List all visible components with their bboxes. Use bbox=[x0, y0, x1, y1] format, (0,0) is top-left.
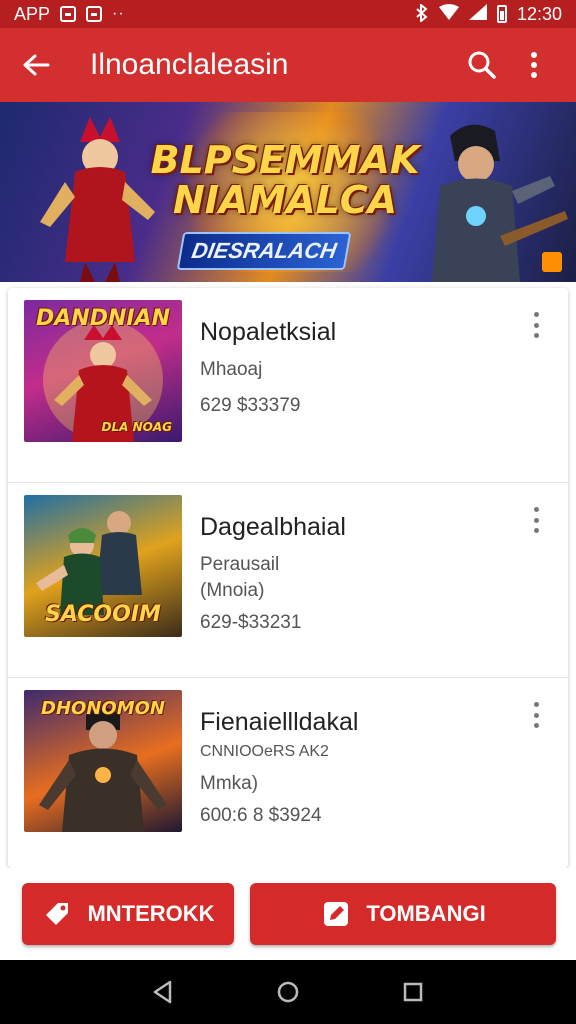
recents-square-icon bbox=[404, 982, 423, 1002]
search-icon bbox=[468, 51, 496, 79]
tag-icon bbox=[41, 898, 73, 930]
left-action-button[interactable]: MNTEROKK bbox=[22, 883, 234, 945]
status-time: 12:30 bbox=[516, 3, 562, 24]
banner-title: BLPSEMMAK NIAMALCA bbox=[150, 138, 420, 222]
page-title: Ilnoanclaleasin bbox=[90, 48, 289, 81]
thumb-title: SACOOIM bbox=[45, 602, 161, 627]
thumb-subtitle: DLA NOAG bbox=[101, 420, 172, 434]
game-name: Dagealbhaial bbox=[200, 513, 346, 541]
signal-icon bbox=[468, 3, 487, 25]
banner-subtitle: DIESRALACH bbox=[176, 232, 352, 270]
gallery-icon bbox=[60, 6, 77, 22]
list-item[interactable]: SACOOIM Dagealbhaial Perausail (Mnoia) 6… bbox=[8, 483, 568, 678]
nav-recents-button[interactable] bbox=[393, 972, 433, 1012]
game-thumbnail: SACOOIM bbox=[24, 495, 182, 637]
back-button[interactable] bbox=[16, 45, 56, 85]
back-triangle-icon bbox=[153, 980, 171, 1004]
app-bar: Ilnoanclaleasin bbox=[0, 28, 576, 102]
game-developer: CNNIOOeRS AK2 bbox=[200, 743, 329, 760]
home-circle-icon bbox=[277, 981, 299, 1003]
notification-dots: ·· bbox=[112, 5, 125, 22]
game-thumbnail: DHONOMON bbox=[24, 690, 182, 832]
game-developer: Perausail bbox=[200, 554, 280, 575]
hero-warrior-illustration bbox=[40, 117, 155, 282]
thumb-title: DANDNIAN bbox=[36, 306, 170, 331]
game-developer: Mhaoaj bbox=[200, 359, 263, 380]
nav-back-button[interactable] bbox=[143, 972, 183, 1012]
item-more-button[interactable] bbox=[524, 505, 548, 535]
thumb-title: DHONOMON bbox=[41, 698, 165, 719]
more-vertical-icon bbox=[531, 52, 537, 78]
sim-icon bbox=[86, 6, 103, 22]
right-action-label: TOMBANGI bbox=[366, 901, 486, 926]
status-bar: APP ·· 12:30 bbox=[0, 0, 576, 28]
promo-banner[interactable]: BLPSEMMAK NIAMALCA DIESRALACH bbox=[0, 102, 576, 282]
left-action-label: MNTEROKK bbox=[87, 901, 215, 926]
battery-icon bbox=[496, 5, 507, 23]
edit-icon bbox=[320, 898, 352, 930]
search-button[interactable] bbox=[456, 39, 508, 91]
game-extra: Mmka) bbox=[200, 773, 259, 794]
wifi-icon bbox=[438, 3, 459, 25]
game-price: 600:6 8 $3924 bbox=[200, 805, 322, 826]
status-app-label: APP bbox=[14, 3, 51, 24]
overflow-menu-button[interactable] bbox=[508, 39, 560, 91]
list-item[interactable]: DANDNIAN DLA NOAG Nopaletksial Mhaoaj 62… bbox=[8, 288, 568, 483]
game-extra: (Mnoia) bbox=[200, 580, 265, 601]
right-action-button[interactable]: TOMBANGI bbox=[250, 883, 556, 945]
game-name: Nopaletksial bbox=[200, 318, 337, 346]
list-item[interactable]: DHONOMON Fienaiellldakal CNNIOOeRS AK2 M… bbox=[8, 678, 568, 868]
game-price: 629 $33379 bbox=[200, 395, 301, 416]
nav-home-button[interactable] bbox=[268, 972, 308, 1012]
bottom-actions: MNTEROKK TOMBANGI bbox=[0, 868, 576, 960]
game-price: 629-$33231 bbox=[200, 612, 302, 633]
item-more-button[interactable] bbox=[524, 310, 548, 340]
arrow-left-icon bbox=[23, 54, 50, 76]
bluetooth-icon bbox=[415, 2, 429, 25]
system-nav-bar bbox=[0, 960, 576, 1024]
game-list: DANDNIAN DLA NOAG Nopaletksial Mhaoaj 62… bbox=[8, 288, 568, 868]
banner-badge-icon bbox=[542, 252, 562, 272]
game-name: Fienaiellldakal bbox=[200, 708, 359, 736]
item-more-button[interactable] bbox=[524, 700, 548, 730]
game-thumbnail: DANDNIAN DLA NOAG bbox=[24, 300, 182, 442]
